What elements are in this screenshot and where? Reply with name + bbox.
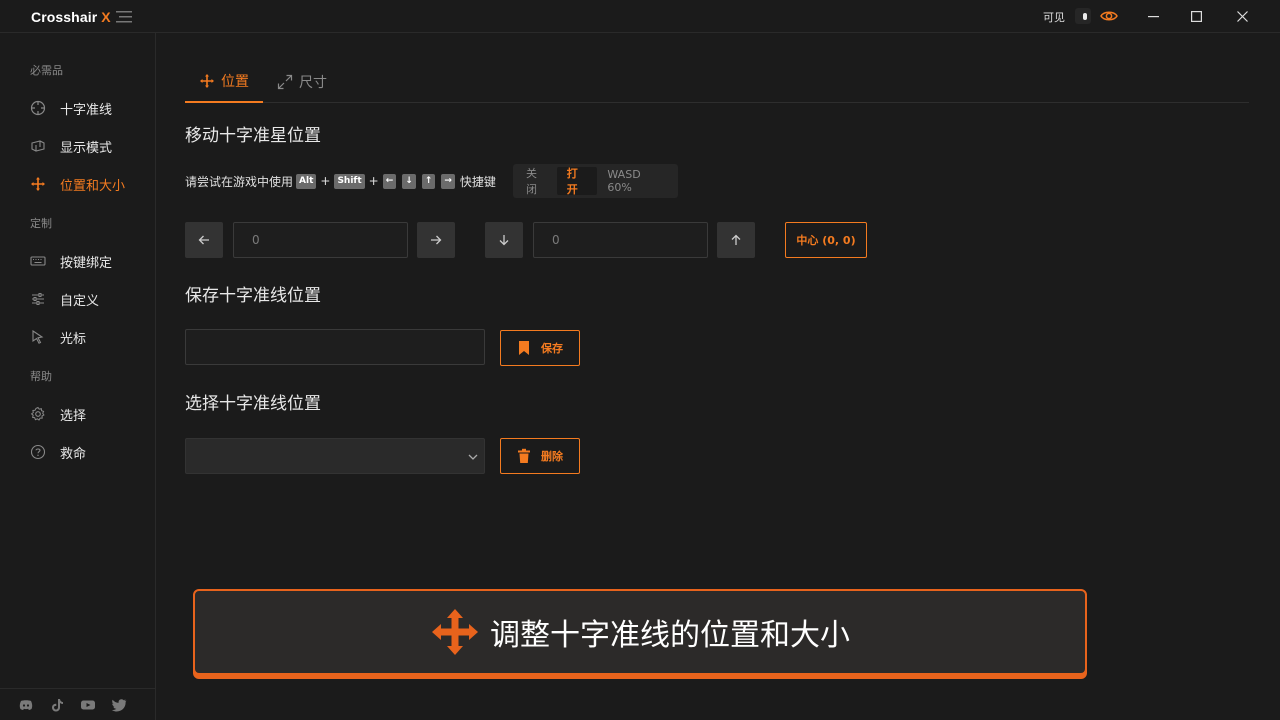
cursor-icon	[32, 329, 44, 344]
section-label-essentials: 必需品	[30, 64, 63, 77]
sidebar: 必需品 十字准线 显示模式 位置和大小 定制 按键绑定 自定义 光标 帮助 选择…	[0, 33, 156, 720]
y-position-input[interactable]: 0	[533, 222, 708, 258]
help-icon	[30, 444, 46, 460]
save-button[interactable]: 保存	[500, 330, 580, 366]
move-section-title: 移动十字准星位置	[185, 126, 321, 146]
sidebar-item-display-mode[interactable]: 显示模式	[30, 136, 112, 156]
bookmark-icon	[519, 341, 529, 355]
chevron-down-icon	[468, 454, 478, 460]
toggle-knob	[1083, 13, 1087, 20]
crosshair-icon	[30, 100, 46, 116]
mode-wasd[interactable]: WASD 60%	[597, 167, 675, 195]
shortcut-hint: 请尝试在游戏中使用 Alt + Shift + ← ↓ ↑ → 快捷键	[185, 171, 496, 191]
close-button[interactable]	[1219, 0, 1265, 32]
delete-button-label: 删除	[541, 450, 563, 463]
sidebar-item-label: 十字准线	[60, 102, 113, 118]
maximize-icon	[1190, 10, 1202, 22]
key-right: →	[441, 173, 455, 189]
title-bar: Crosshair X 可见	[0, 0, 1280, 33]
arrow-left-icon	[198, 235, 209, 245]
plus-sign: +	[320, 174, 331, 188]
arrow-right-icon	[431, 235, 442, 245]
save-button-label: 保存	[541, 342, 563, 355]
eye-icon[interactable]	[1100, 8, 1118, 24]
app-window: Crosshair X 可见 必需品 十字准线 显示模式 位置和大小 定制 按键…	[0, 0, 1280, 720]
sidebar-item-label: 按键绑定	[60, 255, 113, 271]
sidebar-item-label: 救命	[60, 446, 87, 462]
arrow-down-icon	[499, 235, 509, 246]
sidebar-item-crosshair[interactable]: 十字准线	[30, 98, 112, 118]
maximize-button[interactable]	[1173, 0, 1219, 32]
sidebar-item-label: 位置和大小	[60, 178, 126, 194]
display-mode-icon	[31, 140, 45, 152]
tiktok-icon[interactable]	[49, 697, 65, 713]
app-logo: Crosshair X	[31, 9, 111, 25]
resize-icon	[277, 74, 293, 90]
key-shift: Shift	[334, 173, 365, 189]
sidebar-item-label: 光标	[60, 331, 87, 347]
social-links	[0, 688, 155, 720]
twitter-icon[interactable]	[111, 697, 127, 713]
shortcut-mode-selector: 关闭 打开 WASD 60%	[513, 164, 678, 198]
section-label-custom: 定制	[30, 217, 52, 230]
key-alt: Alt	[296, 173, 317, 189]
key-up: ↑	[421, 173, 436, 189]
section-label-help: 帮助	[30, 370, 52, 383]
gear-icon	[30, 406, 45, 421]
key-down: ↓	[402, 173, 416, 189]
keyboard-icon	[30, 256, 46, 266]
arrow-up-icon	[731, 234, 741, 245]
menu-icon[interactable]	[116, 11, 132, 23]
plus-sign: +	[368, 174, 379, 188]
close-icon	[1236, 10, 1248, 22]
youtube-icon[interactable]	[80, 697, 96, 713]
visible-toggle[interactable]	[1075, 8, 1091, 24]
move-right-button[interactable]	[417, 222, 455, 258]
tab-bar: 位置 尺寸	[185, 61, 1249, 103]
sidebar-item-cursor[interactable]: 光标	[30, 327, 86, 347]
hint-prefix: 请尝试在游戏中使用	[185, 174, 294, 189]
delete-button[interactable]: 删除	[500, 438, 580, 474]
sliders-icon	[32, 293, 44, 305]
minimize-icon	[1147, 15, 1159, 17]
sidebar-item-options[interactable]: 选择	[30, 404, 86, 424]
trash-icon	[518, 448, 530, 463]
discord-icon[interactable]	[18, 697, 34, 713]
sidebar-item-keybinds[interactable]: 按键绑定	[30, 251, 112, 271]
mode-on[interactable]: 打开	[556, 167, 598, 196]
saved-position-select[interactable]	[185, 438, 485, 474]
move-down-button[interactable]	[485, 222, 523, 258]
sidebar-item-label: 显示模式	[60, 140, 113, 156]
mode-off[interactable]: 关闭	[516, 167, 557, 196]
sidebar-item-label: 自定义	[60, 293, 100, 309]
tab-label: 尺寸	[299, 75, 327, 91]
hint-suffix: 快捷键	[459, 174, 496, 189]
sidebar-item-customize[interactable]: 自定义	[30, 289, 99, 309]
move-left-button[interactable]	[185, 222, 223, 258]
move-up-button[interactable]	[717, 222, 755, 258]
tab-label: 位置	[221, 74, 249, 90]
move-icon	[432, 609, 478, 655]
feature-banner: 调整十字准线的位置和大小	[193, 589, 1087, 675]
move-icon	[200, 74, 214, 88]
minimize-button[interactable]	[1130, 0, 1176, 32]
save-section-title: 保存十字准线位置	[185, 286, 321, 306]
tab-position[interactable]: 位置	[185, 61, 263, 103]
sidebar-item-position-size[interactable]: 位置和大小	[30, 174, 125, 194]
center-button[interactable]: 中心 (0, 0)	[785, 222, 867, 258]
select-section-title: 选择十字准线位置	[185, 394, 321, 414]
visible-label: 可见	[1043, 11, 1065, 24]
position-name-input[interactable]	[185, 329, 485, 365]
x-position-input[interactable]: 0	[233, 222, 408, 258]
sidebar-item-help[interactable]: 救命	[30, 442, 86, 462]
key-left: ←	[382, 173, 397, 189]
sidebar-item-label: 选择	[60, 408, 87, 424]
move-icon	[31, 177, 45, 191]
banner-text: 调整十字准线的位置和大小	[490, 618, 850, 653]
tab-size[interactable]: 尺寸	[263, 61, 341, 103]
